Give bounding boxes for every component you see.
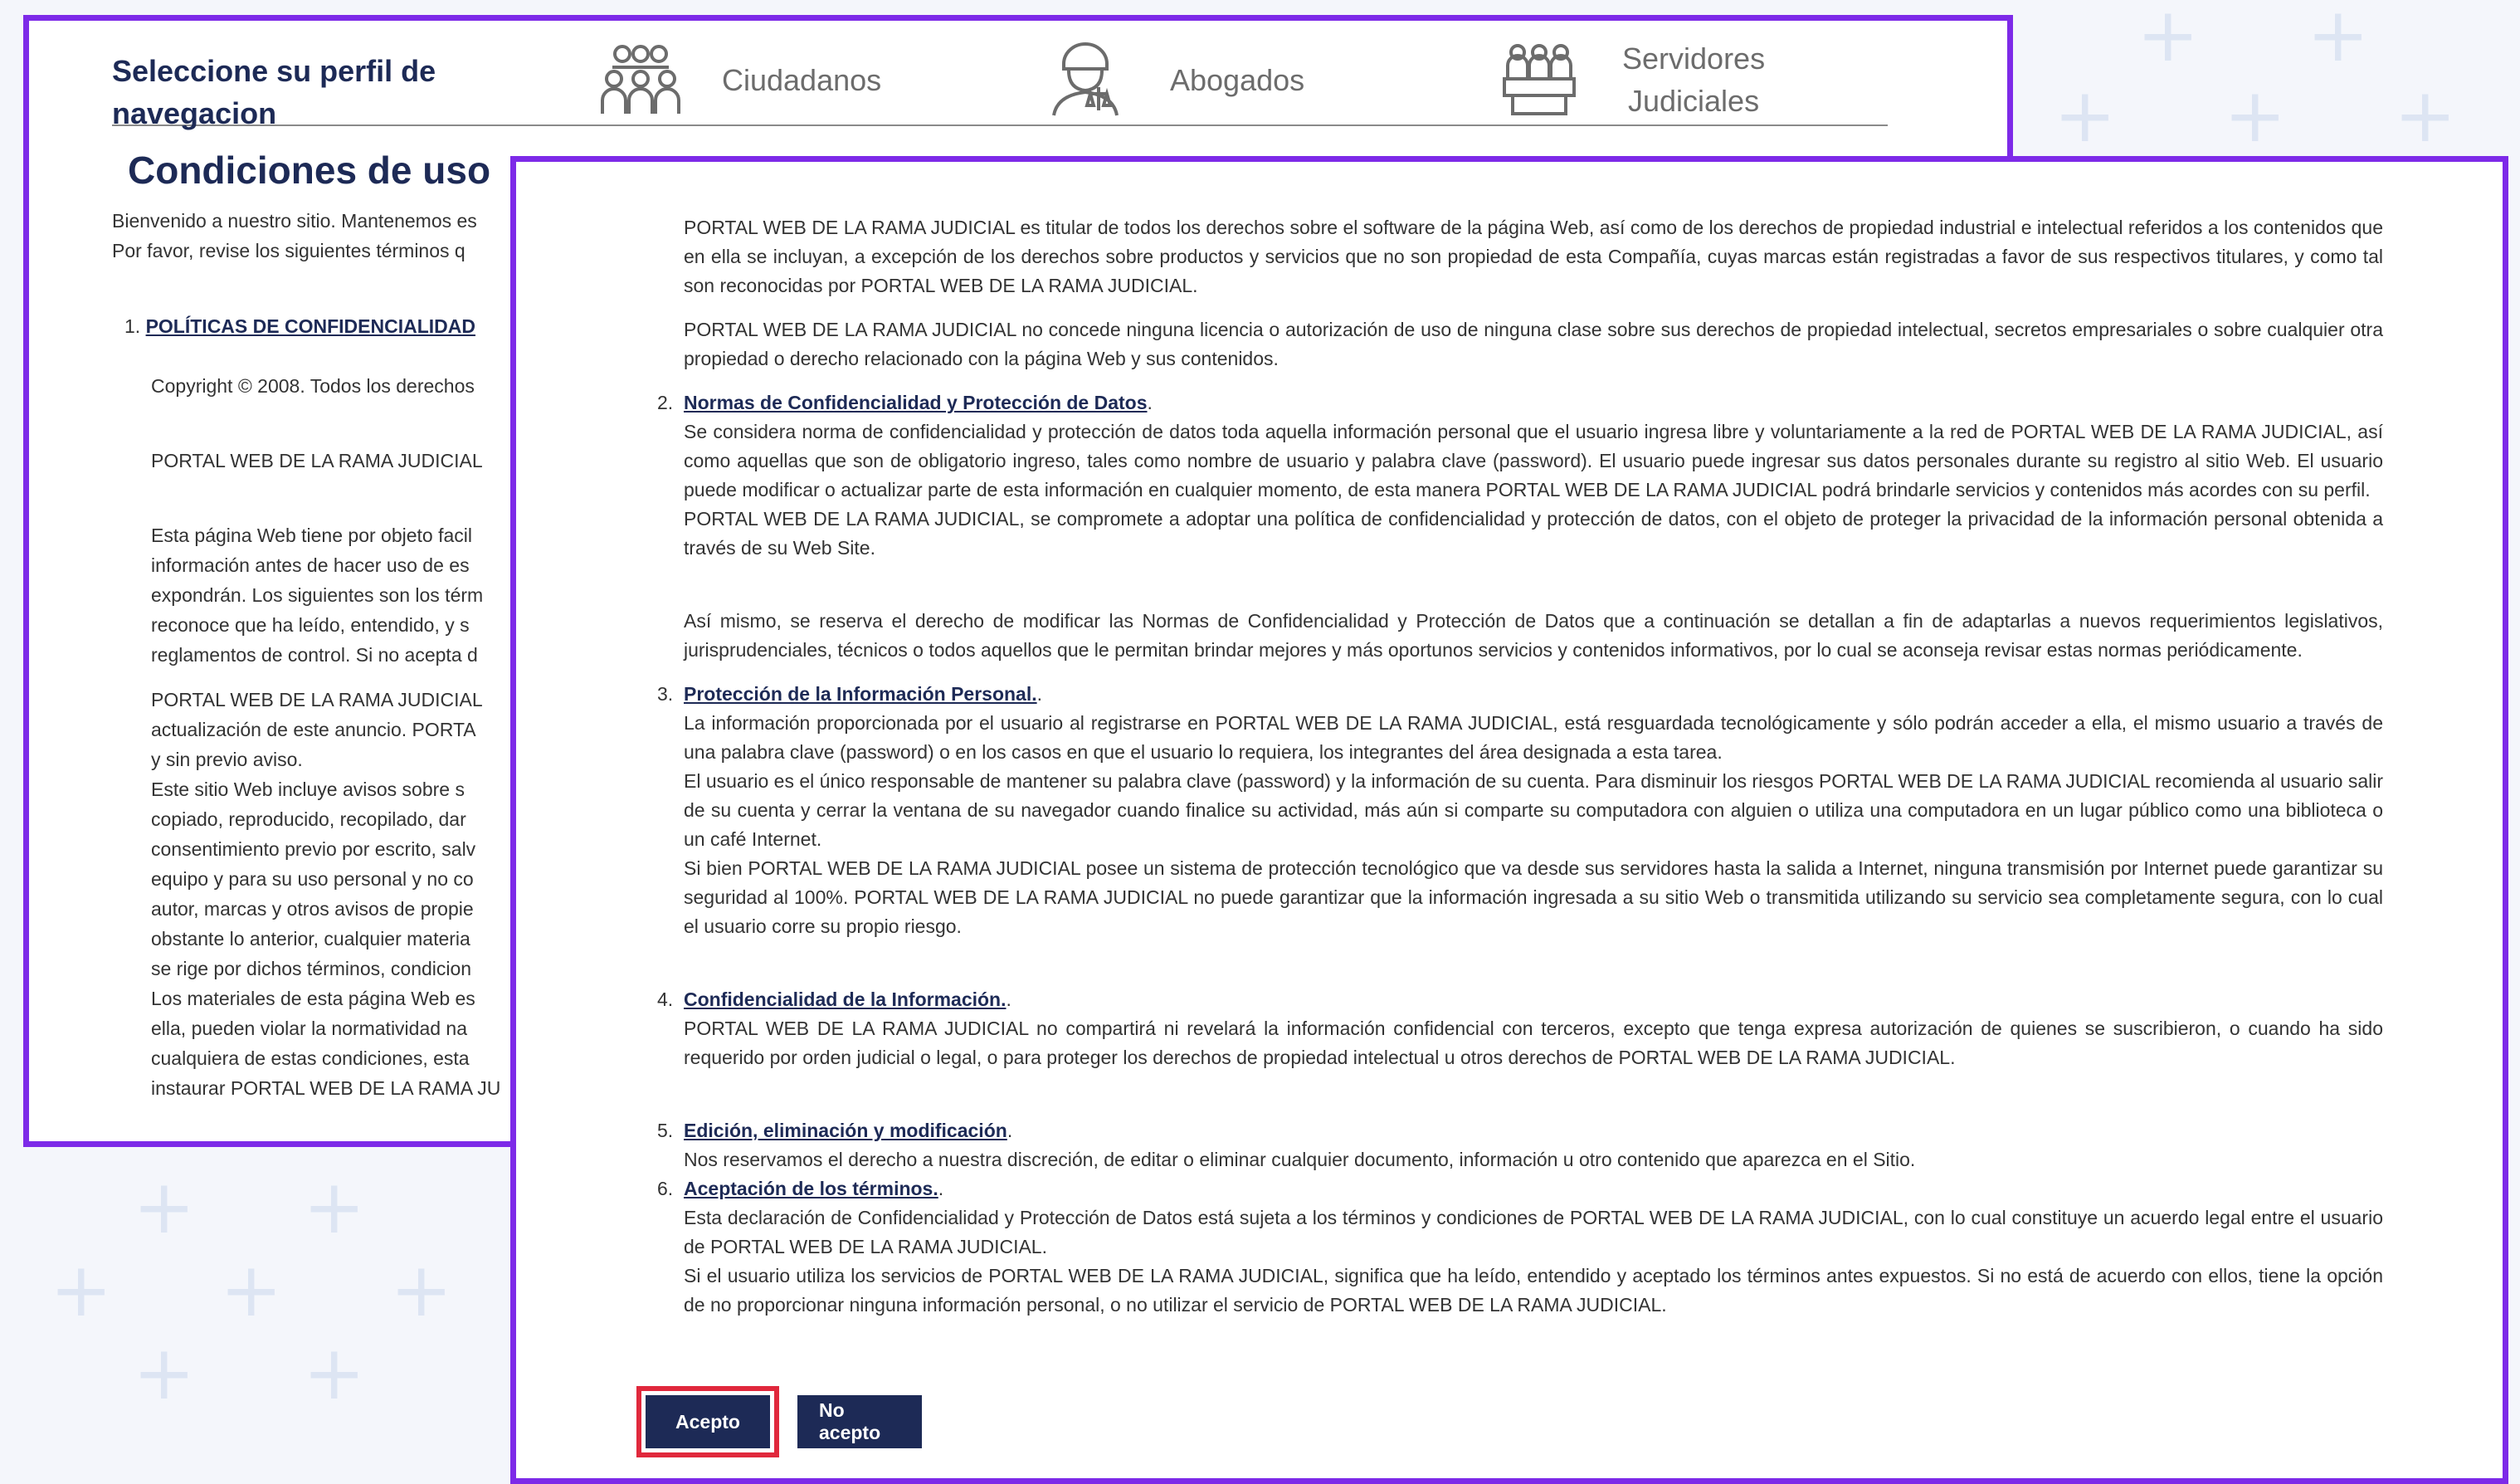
reject-button[interactable]: No acepto <box>797 1395 922 1448</box>
section-link-confidencialidad[interactable]: Confidencialidad de la Información. <box>684 989 1007 1010</box>
profile-judicial-servers[interactable]: Servidores Judiciales <box>1498 35 1765 124</box>
section-link-proteccion[interactable]: Protección de la Información Personal. <box>684 683 1037 705</box>
section-heading: 1. POLÍTICAS DE CONFIDENCIALIDAD <box>124 315 475 337</box>
background-plus-icon: + <box>220 1247 283 1334</box>
terms-paragraph: PORTAL WEB DE LA RAMA JUDICIAL no conced… <box>684 319 2383 369</box>
section-link-politicas[interactable]: POLÍTICAS DE CONFIDENCIALIDAD <box>146 315 475 337</box>
background-plus-icon: + <box>390 1247 453 1334</box>
profile-label-citizens: Ciudadanos <box>722 62 882 97</box>
page-title: Condiciones de uso <box>128 149 491 192</box>
back-terms-list: 1. POLÍTICAS DE CONFIDENCIALIDAD Copyrig… <box>124 311 533 1103</box>
profile-label-lawyers: Abogados <box>1170 62 1305 97</box>
accept-button-focus-ring: Acepto <box>636 1386 779 1457</box>
background-plus-icon: + <box>50 1247 113 1334</box>
background-plus-icon: + <box>2054 72 2117 159</box>
background-plus-icon: + <box>133 1164 196 1251</box>
background-plus-icon: + <box>303 1164 366 1251</box>
terms-paragraph: PORTAL WEB DE LA RAMA JUDICIAL es titula… <box>684 217 2383 296</box>
terms-dialog: PORTAL WEB DE LA RAMA JUDICIAL es titula… <box>510 156 2508 1484</box>
copyright-text: Copyright © 2008. Todos los derechos <box>151 375 475 397</box>
section-heading: 3. Protección de la Información Personal… <box>657 683 1043 705</box>
judicial-servers-icon <box>1503 44 1576 115</box>
background-plus-icon: + <box>2394 72 2457 159</box>
background-plus-icon: + <box>2224 72 2287 159</box>
section-link-normas[interactable]: Normas de Confidencialidad y Protección … <box>684 392 1148 413</box>
section-link-aceptacion[interactable]: Aceptación de los términos. <box>684 1178 938 1199</box>
terms-content: PORTAL WEB DE LA RAMA JUDICIAL es titula… <box>657 213 2383 1320</box>
background-plus-icon: + <box>2137 0 2200 79</box>
profile-selector-title: Seleccione su perfil de navegacion <box>112 54 436 130</box>
profile-selector-bar: Seleccione su perfil de navegacion Ciuda… <box>112 35 1888 130</box>
terms-actions: Acepto No acepto <box>636 1386 922 1457</box>
section-heading: 2. Normas de Confidencialidad y Protecci… <box>657 392 1153 413</box>
portal-text: PORTAL WEB DE LA RAMA JUDICIAL <box>151 450 483 471</box>
background-plus-icon: + <box>303 1330 366 1417</box>
intro-text: Bienvenido a nuestro sitio. Mantenemos e… <box>112 210 477 261</box>
profile-lawyers[interactable]: Abogados <box>1046 35 1304 124</box>
accept-button[interactable]: Acepto <box>646 1395 770 1448</box>
lawyer-scales-icon <box>1052 42 1119 116</box>
background-plus-icon: + <box>133 1330 196 1417</box>
citizens-group-icon <box>601 45 680 114</box>
profile-label-judicial-servers: Servidores Judiciales <box>1622 41 1766 118</box>
profile-citizens[interactable]: Ciudadanos <box>597 35 881 124</box>
section-heading: 5. Edición, eliminación y modificación. <box>657 1120 1013 1141</box>
section-link-edicion[interactable]: Edición, eliminación y modificación <box>684 1120 1007 1141</box>
section-heading: 6. Aceptación de los términos.. <box>657 1178 944 1199</box>
background-plus-icon: + <box>2307 0 2370 79</box>
section-heading: 4. Confidencialidad de la Información.. <box>657 989 1011 1010</box>
